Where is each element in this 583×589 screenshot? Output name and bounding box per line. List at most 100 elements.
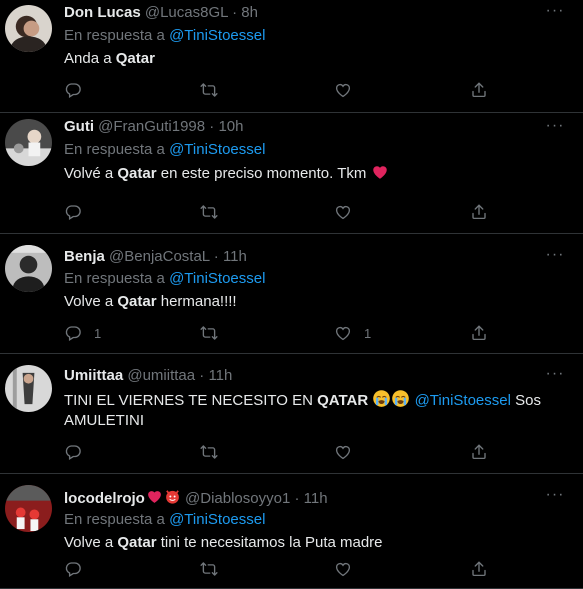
- timestamp[interactable]: 11h: [223, 248, 247, 265]
- tweet-actions: [64, 80, 504, 100]
- tweet-header: Guti @FranGuti1998 · 10h: [64, 118, 543, 136]
- reply-button[interactable]: [64, 442, 94, 462]
- separator-dot: ·: [209, 118, 215, 135]
- tweet-actions: [64, 559, 504, 579]
- avatar[interactable]: [5, 119, 52, 166]
- tweet-actions: [64, 202, 504, 222]
- retweet-button[interactable]: [200, 80, 230, 100]
- display-name[interactable]: Don Lucas: [64, 4, 141, 21]
- text-part: tini te necesitamos la Puta madre: [156, 534, 383, 551]
- retweet-button[interactable]: [200, 323, 230, 343]
- avatar[interactable]: [5, 5, 52, 52]
- text-part: hermana!!!!: [156, 293, 237, 310]
- avatar[interactable]: [5, 245, 52, 292]
- tweet-text: Volve a Qatar hermana!!!!: [64, 292, 563, 312]
- text-highlight: Qatar: [117, 165, 157, 182]
- retweet-button[interactable]: [200, 202, 230, 222]
- share-upload-icon: [470, 203, 488, 221]
- reply-context: En respuesta a @TiniStoessel: [64, 141, 265, 159]
- user-handle[interactable]: @FranGuti1998: [98, 118, 205, 135]
- heart-outline-icon: [334, 324, 352, 342]
- reply-button[interactable]: [64, 559, 94, 579]
- reply-button[interactable]: [64, 80, 94, 100]
- user-handle[interactable]: @umiittaa: [127, 367, 195, 384]
- red-heart-emoji-icon: [146, 488, 163, 505]
- separator-dot: ·: [199, 367, 205, 384]
- retweet-icon: [200, 560, 218, 578]
- tweet[interactable]: Umiittaa @umiittaa · 11h ··· TINI EL VIE…: [0, 354, 583, 474]
- tweet[interactable]: Benja @BenjaCostaL · 11h ··· En respuest…: [0, 234, 583, 354]
- tweet-text: TINI EL VIERNES TE NECESITO EN QATAR @Ti…: [64, 389, 563, 431]
- heart-outline-icon: [334, 203, 352, 221]
- timestamp[interactable]: 11h: [304, 490, 328, 507]
- timestamp[interactable]: 11h: [208, 367, 232, 384]
- mention-link[interactable]: @TiniStoessel: [415, 392, 511, 409]
- reply-prefix: En respuesta a: [64, 270, 165, 287]
- mention-link[interactable]: @TiniStoessel: [169, 141, 265, 158]
- separator-dot: ·: [213, 248, 219, 265]
- more-horizontal-icon[interactable]: ···: [545, 366, 565, 387]
- user-handle[interactable]: @Diablosoyyo1: [185, 490, 290, 507]
- tweet-header: Benja @BenjaCostaL · 11h: [64, 248, 543, 266]
- avatar[interactable]: [5, 485, 52, 532]
- tweet[interactable]: Don Lucas @Lucas8GL · 8h ··· En respuest…: [0, 0, 583, 113]
- more-horizontal-icon[interactable]: ···: [545, 3, 565, 24]
- reply-context: En respuesta a @TiniStoessel: [64, 511, 265, 529]
- text-part: Volvé a: [64, 165, 118, 182]
- share-upload-icon: [470, 81, 488, 99]
- reply-context: En respuesta a @TiniStoessel: [64, 27, 265, 45]
- display-name[interactable]: locodelrojo: [64, 490, 145, 507]
- tweet[interactable]: Guti @FranGuti1998 · 10h ··· En respuest…: [0, 113, 583, 234]
- retweet-button[interactable]: [200, 559, 230, 579]
- text-highlight: Qatar: [117, 293, 157, 310]
- retweet-icon: [200, 324, 218, 342]
- display-name[interactable]: Benja: [64, 248, 105, 265]
- retweet-icon: [200, 203, 218, 221]
- like-button[interactable]: [334, 202, 364, 222]
- reply-bubble-icon: [64, 324, 82, 342]
- share-button[interactable]: [470, 559, 488, 579]
- loudly-crying-face-emoji-icon: [372, 389, 391, 408]
- reply-prefix: En respuesta a: [64, 141, 165, 158]
- tweet-text: Volve a Qatar tini te necesitamos la Put…: [64, 533, 563, 553]
- like-button[interactable]: [334, 80, 364, 100]
- like-button[interactable]: 1: [334, 323, 371, 343]
- share-button[interactable]: [470, 442, 488, 462]
- tweet-text: Anda a Qatar: [64, 49, 563, 69]
- more-horizontal-icon[interactable]: ···: [545, 487, 565, 508]
- reply-prefix: En respuesta a: [64, 511, 165, 528]
- avatar[interactable]: [5, 365, 52, 412]
- retweet-button[interactable]: [200, 442, 230, 462]
- mention-link[interactable]: @TiniStoessel: [169, 27, 265, 44]
- retweet-icon: [200, 443, 218, 461]
- user-handle[interactable]: @Lucas8GL: [145, 4, 228, 21]
- separator-dot: ·: [294, 490, 300, 507]
- user-handle[interactable]: @BenjaCostaL: [109, 248, 210, 265]
- share-upload-icon: [470, 324, 488, 342]
- text-part: Volve a: [64, 534, 118, 551]
- text-highlight: QATAR: [317, 392, 369, 409]
- display-name[interactable]: Guti: [64, 118, 94, 135]
- mention-link[interactable]: @TiniStoessel: [169, 511, 265, 528]
- tweet[interactable]: locodelrojo @Diablosoyyo1 · 11h ··· En r…: [0, 474, 583, 589]
- tweet-header: Don Lucas @Lucas8GL · 8h: [64, 4, 543, 22]
- share-button[interactable]: [470, 80, 488, 100]
- share-button[interactable]: [470, 323, 488, 343]
- more-horizontal-icon[interactable]: ···: [545, 247, 565, 268]
- tweet-header: Umiittaa @umiittaa · 11h: [64, 367, 543, 385]
- timestamp[interactable]: 10h: [218, 118, 243, 135]
- reply-button[interactable]: 1: [64, 323, 101, 343]
- mention-link[interactable]: @TiniStoessel: [169, 270, 265, 287]
- display-name[interactable]: Umiittaa: [64, 367, 123, 384]
- reply-button[interactable]: [64, 202, 94, 222]
- like-button[interactable]: [334, 559, 364, 579]
- tweet-actions: 1 1: [64, 323, 504, 343]
- more-horizontal-icon[interactable]: ···: [545, 118, 565, 139]
- timestamp[interactable]: 8h: [241, 4, 258, 21]
- loudly-crying-face-emoji-icon: [391, 389, 410, 408]
- like-button[interactable]: [334, 442, 364, 462]
- share-button[interactable]: [470, 202, 488, 222]
- text-part: Volve a: [64, 293, 118, 310]
- reply-prefix: En respuesta a: [64, 27, 165, 44]
- tweet-header: locodelrojo @Diablosoyyo1 · 11h: [64, 488, 543, 508]
